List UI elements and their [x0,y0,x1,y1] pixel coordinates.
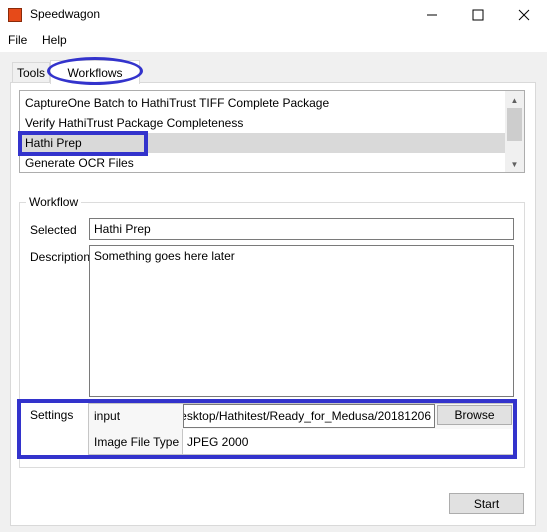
list-annotation-highlight [18,131,148,156]
close-icon [518,9,530,21]
tab-annotation-highlight [47,57,143,85]
maximize-icon [472,9,484,21]
list-item[interactable]: CaptureOne Batch to HathiTrust TIFF Comp… [20,93,505,113]
scroll-down-icon[interactable]: ▼ [505,156,524,172]
selected-label: Selected [30,223,77,237]
workflow-group-title: Workflow [26,195,82,209]
window-title: Speedwagon [30,7,101,21]
minimize-button[interactable] [409,0,455,30]
tab-tools[interactable]: Tools [12,62,50,82]
list-item[interactable]: Generate OCR Files [20,153,505,173]
menu-file[interactable]: File [8,33,27,47]
minimize-icon [427,14,437,16]
menu-bar [0,30,547,52]
menu-help[interactable]: Help [42,33,67,47]
close-button[interactable] [501,0,547,30]
app-icon [8,8,22,22]
start-button[interactable]: Start [449,493,524,514]
settings-annotation-highlight [17,399,517,459]
description-field[interactable]: Something goes here later [89,245,514,397]
scroll-thumb[interactable] [507,108,522,141]
maximize-button[interactable] [455,0,501,30]
description-label: Description [30,250,91,264]
scroll-up-icon[interactable]: ▲ [505,92,524,108]
list-item[interactable]: Verify HathiTrust Package Completeness [20,113,505,133]
selected-field[interactable]: Hathi Prep [89,218,514,240]
